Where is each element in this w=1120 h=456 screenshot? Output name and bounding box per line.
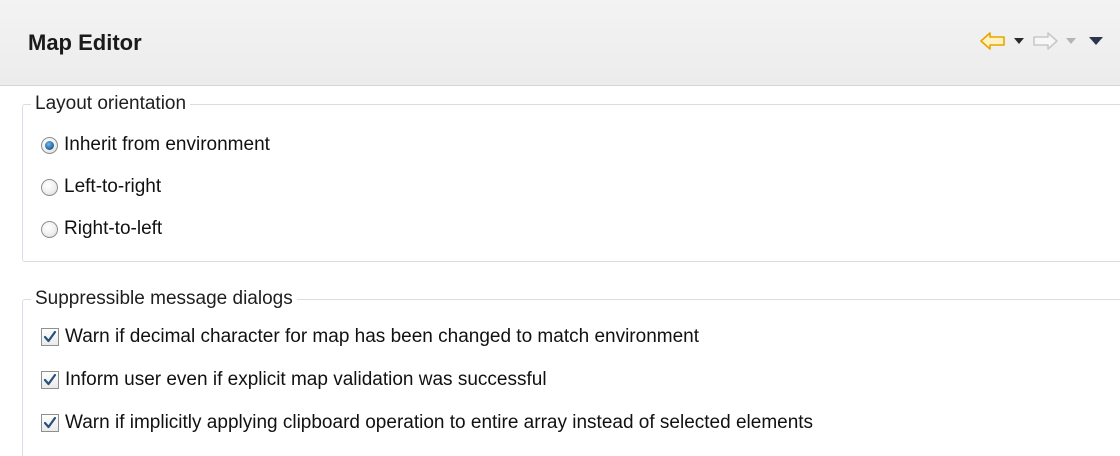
forward-arrow-icon — [1033, 32, 1058, 50]
back-arrow-icon — [980, 32, 1005, 50]
checkbox-checked[interactable] — [41, 328, 59, 346]
checkbox-label: Warn if implicitly applying clipboard op… — [65, 412, 814, 433]
page-header: Map Editor — [0, 0, 1120, 86]
forward-history-dropdown[interactable] — [1060, 29, 1082, 53]
radio-right-to-left[interactable]: Right-to-left — [41, 215, 162, 243]
checkbox-checked[interactable] — [41, 414, 59, 432]
view-menu-triangle-icon — [1089, 37, 1103, 45]
layout-orientation-legend: Layout orientation — [31, 91, 191, 117]
forward-button[interactable] — [1030, 29, 1060, 53]
page-title: Map Editor — [28, 30, 142, 55]
back-history-dropdown[interactable] — [1008, 29, 1030, 53]
dropdown-triangle-icon — [1066, 38, 1076, 44]
radio-button[interactable] — [41, 178, 58, 196]
navigation-toolbar — [978, 28, 1110, 54]
suppressible-dialogs-group: Suppressible message dialogs Warn if dec… — [22, 286, 1120, 456]
checkbox-warn-decimal-character[interactable]: Warn if decimal character for map has be… — [41, 323, 699, 351]
checkmark-icon — [43, 416, 57, 429]
radio-label: Right-to-left — [64, 218, 163, 239]
radio-label: Inherit from environment — [64, 134, 270, 155]
checkmark-icon — [43, 330, 57, 343]
preferences-content: Layout orientation Inherit from environm… — [0, 86, 1120, 456]
checkbox-checked[interactable] — [41, 371, 59, 389]
suppressible-dialogs-legend: Suppressible message dialogs — [31, 286, 297, 312]
radio-left-to-right[interactable]: Left-to-right — [41, 173, 161, 201]
view-menu-button[interactable] — [1082, 29, 1110, 53]
radio-inherit-from-environment[interactable]: Inherit from environment — [41, 131, 270, 159]
radio-button[interactable] — [41, 220, 58, 238]
radio-button-selected[interactable] — [41, 136, 58, 154]
checkmark-icon — [43, 373, 57, 386]
layout-orientation-group: Layout orientation Inherit from environm… — [22, 91, 1120, 262]
back-button[interactable] — [978, 29, 1008, 53]
checkbox-label: Inform user even if explicit map validat… — [65, 369, 547, 390]
checkbox-warn-clipboard-entire-array[interactable]: Warn if implicitly applying clipboard op… — [41, 409, 813, 437]
preferences-page: Map Editor Layout orientation Inherit fr… — [0, 0, 1120, 456]
radio-label: Left-to-right — [64, 176, 162, 197]
dropdown-triangle-icon — [1014, 38, 1024, 44]
checkbox-inform-validation-success[interactable]: Inform user even if explicit map validat… — [41, 366, 547, 394]
checkbox-label: Warn if decimal character for map has be… — [65, 326, 700, 347]
